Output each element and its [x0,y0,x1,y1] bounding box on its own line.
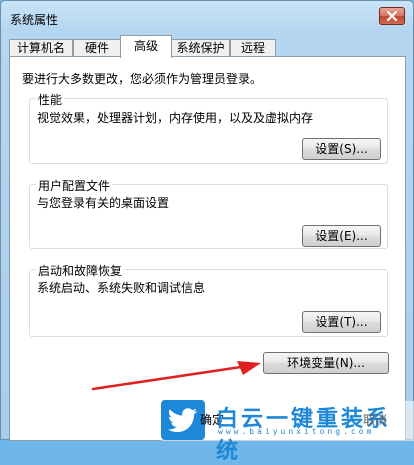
tab-computer-name[interactable]: 计算机名 [9,39,73,57]
window-title: 系统属性 [10,13,59,27]
cancel-button-partial[interactable]: 取消 [363,411,387,428]
admin-note: 要进行大多数更改，您必须作为管理员登录。 [22,72,263,86]
tab-hardware[interactable]: 硬件 [73,39,121,57]
system-properties-window: 系统属性 计算机名 硬件 高级 系统保护 远程 要进行大多数更改，您必须作为管理… [0,0,414,464]
title-bar[interactable]: 系统属性 [1,1,413,35]
tab-system-protection[interactable]: 系统保护 [171,39,230,57]
user-profiles-description: 与您登录有关的桌面设置 [37,196,170,210]
tab-strip: 计算机名 硬件 高级 系统保护 远程 [9,35,409,58]
close-icon [386,10,398,22]
startup-recovery-settings-button[interactable]: 设置(T)... [302,311,381,333]
watermark-brand-url: www.baiyunxitong.com [218,427,375,436]
annotation-arrow [91,361,261,391]
close-button[interactable] [379,7,405,25]
user-profiles-settings-button[interactable]: 设置(E)... [302,225,381,247]
tab-remote[interactable]: 远程 [230,39,276,57]
watermark-logo [161,400,205,440]
startup-recovery-label: 启动和故障恢复 [36,262,125,279]
performance-settings-button[interactable]: 设置(S)... [302,138,381,160]
environment-variables-button[interactable]: 环境变量(N)... [263,352,389,374]
performance-description: 视觉效果，处理器计划，内存使用，以及及虚拟内存 [37,111,314,125]
tab-advanced[interactable]: 高级 [120,35,172,58]
bird-icon [167,408,197,433]
performance-label: 性能 [36,91,65,108]
user-profiles-label: 用户配置文件 [36,177,113,194]
startup-recovery-description: 系统启动、系统失败和调试信息 [37,281,206,295]
